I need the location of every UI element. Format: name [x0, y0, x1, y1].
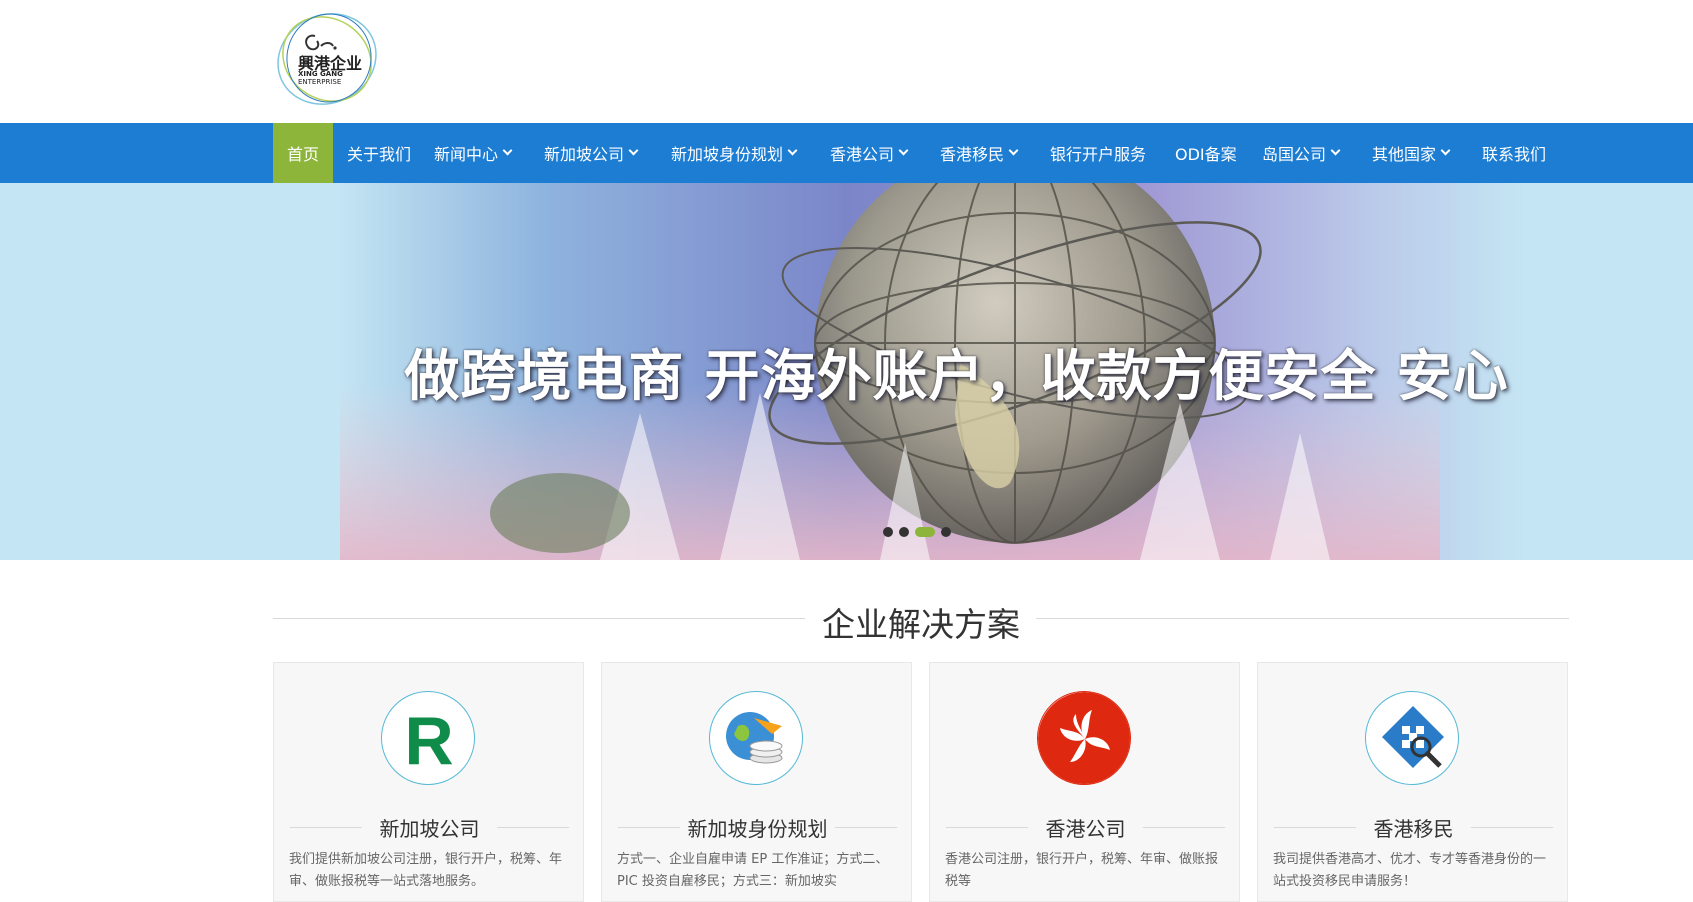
card-title-row: 香港移民: [1274, 813, 1553, 843]
nav-item-other-countries[interactable]: 其他国家: [1372, 123, 1482, 183]
chevron-down-icon: [1440, 145, 1451, 156]
solution-cards: R 新加坡公司 我们提供新加坡公司注册，银行开户，税筹、年审、做账报税等一站式落…: [273, 662, 1569, 902]
nav-item-label: 银行开户服务: [1050, 145, 1147, 164]
carousel-dot-active[interactable]: [915, 527, 935, 537]
chevron-down-icon: [1330, 145, 1341, 156]
nav-item-label: 新闻中心: [434, 145, 499, 164]
nav-items: 首页 关于我们 新闻中心 新加坡公司 新加坡身份规划 香港公司 香港移民 银行开…: [273, 123, 1552, 183]
site-header: 興港企业 XING GANG ENTERPRISE: [0, 0, 1693, 123]
nav-item-home[interactable]: 首页: [273, 123, 333, 183]
section-heading: 企业解决方案: [273, 592, 1569, 644]
solution-card[interactable]: 香港移民 我司提供香港高才、优才、专才等香港身份的一站式投资移民申请服务！: [1257, 662, 1568, 902]
nav-item-sg-identity[interactable]: 新加坡身份规划: [671, 123, 830, 183]
section-title: 企业解决方案: [822, 605, 1020, 644]
nav-item-label: 香港移民: [940, 145, 1005, 164]
card-description: 我们提供新加坡公司注册，银行开户，税筹、年审、做账报税等一站式落地服务。: [289, 852, 563, 889]
card-title[interactable]: 香港移民: [1274, 813, 1553, 842]
nav-item-label: 新加坡公司: [544, 145, 625, 164]
chevron-down-icon: [502, 145, 513, 156]
chevron-down-icon: [628, 145, 639, 156]
nav-item-contact[interactable]: 联系我们: [1482, 123, 1552, 183]
chevron-down-icon: [898, 145, 909, 156]
magnifier-diamond-icon: [1365, 691, 1459, 785]
nav-item-sg-company[interactable]: 新加坡公司: [544, 123, 671, 183]
card-description: 我司提供香港高才、优才、专才等香港身份的一站式投资移民申请服务！: [1273, 852, 1547, 889]
nav-item-bank-account[interactable]: 银行开户服务: [1050, 123, 1175, 183]
main-nav: 首页 关于我们 新闻中心 新加坡公司 新加坡身份规划 香港公司 香港移民 银行开…: [0, 123, 1693, 183]
nav-item-label: 岛国公司: [1262, 145, 1327, 164]
nav-item-label: 首页: [286, 145, 319, 164]
solution-card[interactable]: 香港公司 香港公司注册，银行开户，税筹、年审、做账报税等: [929, 662, 1240, 902]
nav-item-label: 其他国家: [1372, 145, 1437, 164]
banner-headline-text: 做跨境电商 开海外账户，收款方便安全 安心: [404, 344, 1509, 408]
site-logo[interactable]: 興港企业 XING GANG ENTERPRISE: [271, 8, 383, 110]
chevron-down-icon: [787, 145, 798, 156]
card-title[interactable]: 新加坡身份规划: [618, 813, 897, 842]
nav-item-hk-company[interactable]: 香港公司: [830, 123, 940, 183]
nav-item-island-company[interactable]: 岛国公司: [1262, 123, 1372, 183]
hero-banner[interactable]: 做跨境电商 开海外账户，收款方便安全 安心: [0, 183, 1693, 560]
nav-item-label: 联系我们: [1482, 145, 1547, 164]
carousel-dot[interactable]: [899, 527, 909, 537]
nav-item-label: 关于我们: [347, 145, 412, 164]
carousel-dots: [883, 527, 951, 537]
nav-item-hk-immigration[interactable]: 香港移民: [940, 123, 1050, 183]
carousel-dot[interactable]: [941, 527, 951, 537]
logo-brand-en-1: XING GANG: [298, 70, 343, 78]
globe-coins-icon: [709, 691, 803, 785]
card-description: 方式一、企业自雇申请 EP 工作准证；方式二、PIC 投资自雇移民；方式三：新加…: [617, 852, 889, 889]
solution-card[interactable]: R 新加坡公司 我们提供新加坡公司注册，银行开户，税筹、年审、做账报税等一站式落…: [273, 662, 584, 902]
solution-card[interactable]: 新加坡身份规划 方式一、企业自雇申请 EP 工作准证；方式二、PIC 投资自雇移…: [601, 662, 912, 902]
nav-item-label: 香港公司: [830, 145, 895, 164]
nav-item-news[interactable]: 新闻中心: [434, 123, 544, 183]
card-title[interactable]: 新加坡公司: [290, 813, 569, 842]
nav-item-label: 新加坡身份规划: [671, 145, 784, 164]
card-title-row: 香港公司: [946, 813, 1225, 843]
nav-item-about[interactable]: 关于我们: [333, 123, 434, 183]
hong-kong-flag-icon: [1037, 691, 1131, 785]
carousel-dot[interactable]: [883, 527, 893, 537]
card-title[interactable]: 香港公司: [946, 813, 1225, 842]
chevron-down-icon: [1008, 145, 1019, 156]
nav-item-label: ODI备案: [1175, 145, 1237, 164]
logo-brand-en-2: ENTERPRISE: [298, 78, 342, 86]
card-description: 香港公司注册，银行开户，税筹、年审、做账报税等: [945, 852, 1219, 889]
card-title-row: 新加坡身份规划: [618, 813, 897, 843]
banner-headline: 做跨境电商 开海外账户，收款方便安全 安心: [0, 331, 1693, 411]
registered-r-icon: R: [381, 691, 475, 785]
nav-item-odi[interactable]: ODI备案: [1175, 123, 1262, 183]
svg-text:R: R: [404, 703, 453, 779]
card-title-row: 新加坡公司: [290, 813, 569, 843]
